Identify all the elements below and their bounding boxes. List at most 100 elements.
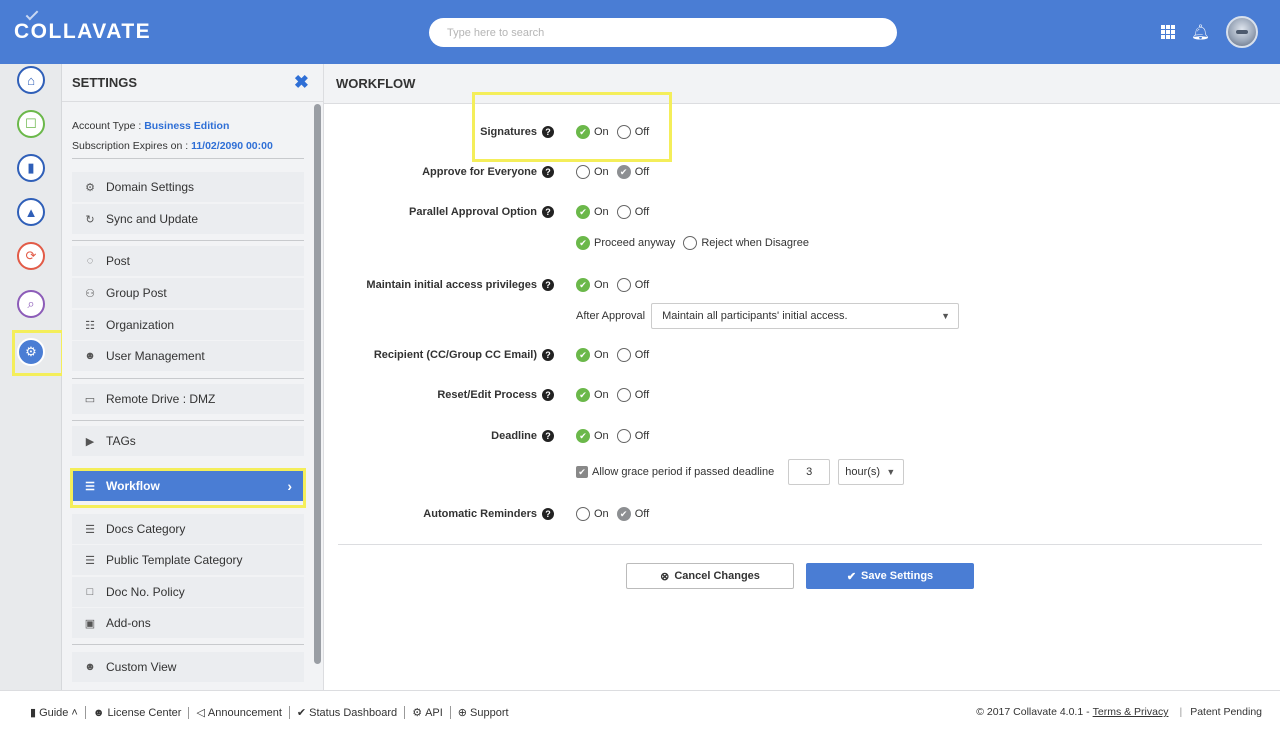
setting-row-reset-edit: Reset/Edit Process? ✔ On Off <box>324 385 1280 405</box>
help-icon[interactable]: ? <box>542 206 554 218</box>
setting-row-deadline: Deadline? ✔ On Off <box>324 426 1280 446</box>
save-settings-button[interactable]: ✔ Save Settings <box>806 563 974 589</box>
help-icon[interactable]: ? <box>542 349 554 361</box>
sidebar-item-add-ons[interactable]: ▣ Add-ons <box>72 608 304 638</box>
sidebar-title: SETTINGS <box>72 75 138 90</box>
terms-privacy-link[interactable]: Terms & Privacy <box>1093 706 1169 718</box>
help-icon[interactable]: ? <box>542 389 554 401</box>
sidebar-item-user-management[interactable]: ☻ User Management <box>72 341 304 371</box>
check-circle-icon: ✔ <box>296 707 307 719</box>
reminders-off-radio[interactable]: ✔ Off <box>616 507 649 521</box>
new-document-icon[interactable]: ☐ <box>17 110 45 138</box>
top-icons: 🔔︎ <box>1160 16 1258 48</box>
maintain-on-radio[interactable]: ✔ On <box>576 278 609 292</box>
subscription-value: 11/02/2090 00:00 <box>191 140 273 152</box>
megaphone-icon: ◁ <box>196 707 205 719</box>
user-icon: ☻ <box>92 706 105 719</box>
app-logo[interactable]: COLLAVATE <box>14 7 151 44</box>
help-icon[interactable]: ? <box>542 508 554 520</box>
footer-announcement-link[interactable]: ◁ Announcement <box>189 706 290 719</box>
settings-highlight <box>12 330 64 376</box>
apps-grid-icon[interactable] <box>1160 25 1175 39</box>
grace-unit-select[interactable]: hour(s) ▼ <box>838 459 905 485</box>
sidebar-item-domain-settings[interactable]: ⚙ Domain Settings <box>72 172 304 202</box>
sidebar-scrollbar[interactable] <box>314 104 321 664</box>
help-icon[interactable]: ? <box>542 166 554 178</box>
sidebar-item-custom-view[interactable]: ☻ Custom View <box>72 652 304 682</box>
checkbox-check-icon: ✔ <box>576 466 588 478</box>
chevron-up-icon: ˄ <box>71 706 78 719</box>
sidebar-item-doc-no-policy[interactable]: □ Doc No. Policy <box>72 577 304 607</box>
setting-label: Reset/Edit Process <box>437 389 537 401</box>
doc-outline-icon: □ <box>86 586 94 598</box>
help-icon[interactable]: ? <box>542 279 554 291</box>
sidebar-item-organization[interactable]: ☷ Organization <box>72 310 304 340</box>
proceed-anyway-radio[interactable]: ✔ Proceed anyway <box>576 236 675 250</box>
account-type-value: Business Edition <box>144 120 230 132</box>
reset-off-radio[interactable]: Off <box>616 388 649 402</box>
top-bar: COLLAVATE 🔔︎ <box>0 0 1280 64</box>
org-chart-icon: ☷ <box>85 319 95 332</box>
gear-icon: ⚙ <box>85 181 95 194</box>
avatar[interactable] <box>1226 16 1258 48</box>
recipient-on-radio[interactable]: ✔ On <box>576 348 609 362</box>
setting-row-maintain-access: Maintain initial access privileges? ✔ On … <box>324 275 1280 295</box>
close-icon[interactable]: ✖ <box>294 72 309 93</box>
book-icon: ▮ <box>30 707 37 719</box>
sidebar-item-sync-and-update[interactable]: ↻ Sync and Update <box>72 204 304 234</box>
sidebar-item-docs-category[interactable]: ☰ Docs Category <box>72 514 304 544</box>
sidebar-item-group-post[interactable]: ⚇ Group Post <box>72 278 304 308</box>
check-icon: ✔ <box>576 429 590 443</box>
user-icon: ☻ <box>84 661 96 673</box>
check-icon: ✔ <box>576 348 590 362</box>
after-approval-select[interactable]: Maintain all participants' initial acces… <box>651 303 960 329</box>
logo-check-icon <box>25 7 39 21</box>
gear-icon: ⚙ <box>412 707 423 719</box>
drive-icon[interactable]: ▲ <box>17 198 45 226</box>
sidebar-item-post[interactable]: ◌ Post <box>72 246 304 276</box>
bell-icon[interactable]: 🔔︎ <box>1191 23 1210 41</box>
footer-license-link[interactable]: ☻ License Center <box>86 706 190 719</box>
reminders-on-radio[interactable]: On <box>576 507 609 521</box>
search-input[interactable] <box>429 18 897 47</box>
divider <box>72 644 304 645</box>
deadline-on-radio[interactable]: ✔ On <box>576 429 609 443</box>
signatures-highlight <box>472 92 672 162</box>
reset-on-radio[interactable]: ✔ On <box>576 388 609 402</box>
footer-guide-link[interactable]: ▮ Guide ˄ <box>30 706 86 719</box>
maintain-off-radio[interactable]: Off <box>616 278 649 292</box>
check-circle-icon: ✔ <box>846 570 857 583</box>
account-info: Account Type : Business Edition Subscrip… <box>72 116 273 156</box>
parallel-sub-options: ✔ Proceed anyway Reject when Disagree <box>324 233 1280 253</box>
approve-everyone-off-radio[interactable]: ✔ Off <box>616 165 649 179</box>
setting-label: Approve for Everyone <box>422 166 537 178</box>
parallel-off-radio[interactable]: Off <box>616 205 649 219</box>
sidebar-item-remote-drive[interactable]: ▭ Remote Drive : DMZ <box>72 384 304 414</box>
help-icon[interactable]: ? <box>542 430 554 442</box>
deadline-off-radio[interactable]: Off <box>616 429 649 443</box>
setting-label: Maintain initial access privileges <box>366 279 537 291</box>
grace-period-checkbox[interactable]: ✔ Allow grace period if passed deadline <box>576 466 774 478</box>
book-icon[interactable]: ▮ <box>17 154 45 182</box>
setting-row-parallel-approval: Parallel Approval Option? ✔ On Off <box>324 202 1280 222</box>
grace-amount-input[interactable]: 3 <box>788 459 831 485</box>
reject-when-disagree-radio[interactable]: Reject when Disagree <box>683 236 809 250</box>
footer-status-link[interactable]: ✔ Status Dashboard <box>290 706 406 719</box>
drive-icon: ▭ <box>84 393 96 406</box>
sync-drive-icon[interactable]: ⟳ <box>17 242 45 270</box>
sidebar-item-public-template-category[interactable]: ☰ Public Template Category <box>72 545 304 575</box>
recipient-off-radio[interactable]: Off <box>616 348 649 362</box>
parallel-on-radio[interactable]: ✔ On <box>576 205 609 219</box>
lock-icon: ▣ <box>84 617 96 630</box>
setting-label: Automatic Reminders <box>423 508 537 520</box>
check-icon: ✔ <box>576 205 590 219</box>
footer: ▮ Guide ˄ ☻ License Center ◁ Announcement ✔ S… <box>0 690 1280 756</box>
footer-api-link[interactable]: ⚙ API <box>405 706 451 719</box>
document-search-icon[interactable]: ⌕ <box>17 290 45 318</box>
cancel-changes-button[interactable]: ⊗ Cancel Changes <box>626 563 794 589</box>
footer-support-link[interactable]: ⊕ Support <box>451 706 516 720</box>
sidebar-item-tags[interactable]: ▶ TAGs <box>72 426 304 456</box>
approve-everyone-on-radio[interactable]: On <box>576 165 609 179</box>
home-icon[interactable]: ⌂ <box>17 66 45 94</box>
check-icon: ✔ <box>616 507 631 521</box>
